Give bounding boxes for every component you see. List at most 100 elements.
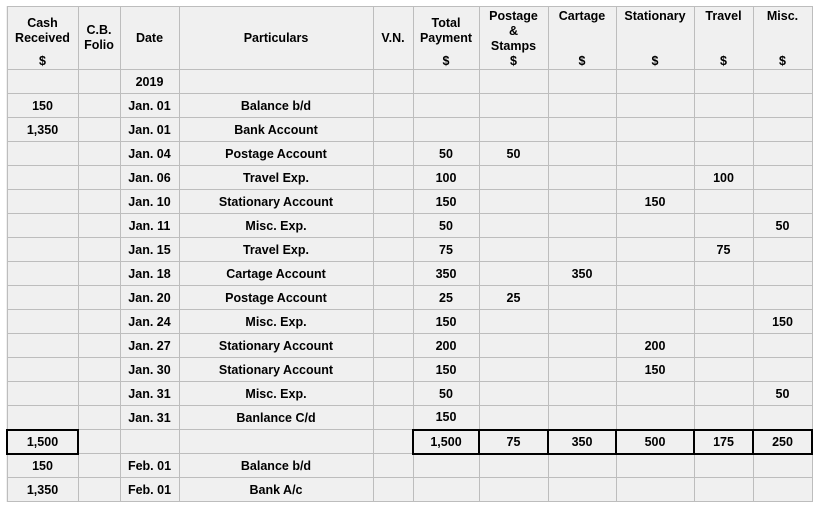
cell-particulars[interactable]: Travel Exp. [178, 165, 374, 190]
cell-date[interactable]: Jan. 24 [119, 309, 180, 334]
cell-misc[interactable]: 150 [752, 309, 813, 334]
cell-cartage[interactable] [547, 405, 617, 430]
cell-travel[interactable] [693, 261, 754, 286]
cell-particulars[interactable]: Misc. Exp. [178, 213, 374, 238]
cell-misc[interactable] [752, 69, 813, 94]
cell-misc[interactable] [752, 333, 813, 358]
cell-cb-folio[interactable] [77, 309, 121, 334]
cell-stationary[interactable] [615, 213, 695, 238]
cell-stationary[interactable] [615, 237, 695, 262]
cell-total-payment[interactable]: 1,500 [412, 428, 480, 455]
cell-total-payment[interactable]: 150 [412, 189, 480, 214]
cell-cb-folio[interactable] [77, 285, 121, 310]
cell-misc[interactable] [752, 189, 813, 214]
cell-vn[interactable] [372, 285, 414, 310]
cell-cartage[interactable] [547, 309, 617, 334]
cell-cb-folio[interactable] [77, 141, 121, 166]
cell-misc[interactable] [752, 93, 813, 118]
cell-cartage[interactable] [547, 69, 617, 94]
cell-postage-stamps[interactable]: 25 [478, 285, 549, 310]
cell-postage-stamps[interactable] [478, 69, 549, 94]
cell-vn[interactable] [372, 165, 414, 190]
cell-date[interactable]: Jan. 18 [119, 261, 180, 286]
cell-cartage[interactable] [547, 141, 617, 166]
cell-particulars[interactable]: Bank A/c [178, 477, 374, 502]
cell-postage-stamps[interactable] [478, 117, 549, 142]
cell-cb-folio[interactable] [77, 213, 121, 238]
cell-total-payment[interactable]: 200 [412, 333, 480, 358]
cell-total-payment[interactable]: 150 [412, 309, 480, 334]
cell-cash-received[interactable]: 1,350 [6, 477, 79, 502]
cell-postage-stamps[interactable] [478, 261, 549, 286]
cell-stationary[interactable] [615, 165, 695, 190]
cell-cartage[interactable] [547, 117, 617, 142]
cell-total-payment[interactable]: 100 [412, 165, 480, 190]
cell-cash-received[interactable]: 1,500 [6, 428, 79, 455]
cell-stationary[interactable] [615, 93, 695, 118]
cell-travel[interactable] [693, 405, 754, 430]
cell-cartage[interactable] [547, 477, 617, 502]
cell-vn[interactable] [372, 357, 414, 382]
cell-travel[interactable] [693, 309, 754, 334]
cell-stationary[interactable] [615, 285, 695, 310]
cell-cartage[interactable] [547, 453, 617, 478]
cell-vn[interactable] [372, 189, 414, 214]
cell-travel[interactable] [693, 333, 754, 358]
cell-date[interactable]: Jan. 01 [119, 93, 180, 118]
cell-travel[interactable] [693, 69, 754, 94]
cell-particulars[interactable]: Balance b/d [178, 93, 374, 118]
cell-date[interactable]: Jan. 10 [119, 189, 180, 214]
cell-vn[interactable] [372, 309, 414, 334]
cell-misc[interactable]: 250 [752, 428, 813, 455]
cell-particulars[interactable]: Misc. Exp. [178, 309, 374, 334]
cell-date[interactable]: Jan. 31 [119, 381, 180, 406]
cell-particulars[interactable]: Postage Account [178, 285, 374, 310]
cell-particulars[interactable]: Cartage Account [178, 261, 374, 286]
cell-travel[interactable] [693, 117, 754, 142]
cell-postage-stamps[interactable]: 50 [478, 141, 549, 166]
cell-particulars[interactable]: Bank Account [178, 117, 374, 142]
cell-postage-stamps[interactable] [478, 357, 549, 382]
cell-cash-received[interactable] [6, 165, 79, 190]
cell-cash-received[interactable] [6, 381, 79, 406]
cell-cb-folio[interactable] [77, 405, 121, 430]
cell-travel[interactable]: 75 [693, 237, 754, 262]
cell-travel[interactable] [693, 381, 754, 406]
cell-postage-stamps[interactable] [478, 237, 549, 262]
cell-travel[interactable] [693, 189, 754, 214]
cell-total-payment[interactable] [412, 93, 480, 118]
cell-cb-folio[interactable] [77, 357, 121, 382]
cell-cash-received[interactable] [6, 405, 79, 430]
cell-cash-received[interactable] [6, 261, 79, 286]
cell-particulars[interactable]: Balance b/d [178, 453, 374, 478]
cell-cash-received[interactable]: 150 [6, 453, 79, 478]
cell-total-payment[interactable]: 350 [412, 261, 480, 286]
cell-date[interactable]: Feb. 01 [119, 477, 180, 502]
cell-total-payment[interactable]: 25 [412, 285, 480, 310]
cell-postage-stamps[interactable] [478, 453, 549, 478]
cell-postage-stamps[interactable] [478, 333, 549, 358]
cell-particulars[interactable]: Banlance C/d [178, 405, 374, 430]
cell-vn[interactable] [372, 93, 414, 118]
cell-total-payment[interactable]: 50 [412, 213, 480, 238]
cell-misc[interactable] [752, 285, 813, 310]
cell-travel[interactable] [693, 477, 754, 502]
cell-postage-stamps[interactable] [478, 165, 549, 190]
cell-misc[interactable] [752, 117, 813, 142]
cell-cb-folio[interactable] [77, 453, 121, 478]
cell-cb-folio[interactable] [77, 93, 121, 118]
cell-vn[interactable] [372, 69, 414, 94]
cell-travel[interactable] [693, 453, 754, 478]
cell-stationary[interactable] [615, 141, 695, 166]
cell-cartage[interactable]: 350 [547, 428, 617, 455]
cell-total-payment[interactable] [412, 453, 480, 478]
cell-date[interactable]: Jan. 20 [119, 285, 180, 310]
cell-cash-received[interactable] [6, 213, 79, 238]
cell-date[interactable]: Jan. 04 [119, 141, 180, 166]
cell-date[interactable]: Jan. 11 [119, 213, 180, 238]
cell-total-payment[interactable] [412, 117, 480, 142]
cell-cb-folio[interactable] [77, 189, 121, 214]
cell-cartage[interactable] [547, 93, 617, 118]
cell-travel[interactable]: 175 [693, 428, 754, 455]
cell-stationary[interactable] [615, 261, 695, 286]
